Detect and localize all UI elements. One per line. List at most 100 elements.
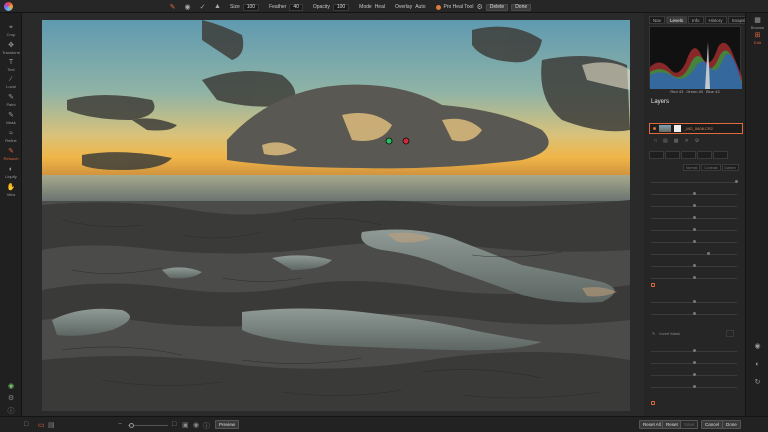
tool-retouch[interactable]: ✎ Retouch — [0, 148, 22, 161]
single-view-icon[interactable]: ▭ — [38, 421, 45, 429]
adjust-slider-5[interactable] — [649, 224, 739, 232]
tool-transform[interactable]: ✥ Transform — [0, 42, 22, 55]
layer-option-4[interactable] — [697, 151, 712, 159]
brush-icon: ∕ — [10, 76, 12, 83]
side-tool-2[interactable]: ◐ — [746, 361, 768, 369]
hdr-seascape-image — [42, 20, 630, 411]
module-edit[interactable]: ⊞ Edit — [746, 32, 768, 45]
layer-option-2[interactable] — [665, 151, 680, 159]
adjust-slider-10[interactable] — [649, 296, 739, 304]
option-checkbox-1[interactable] — [651, 283, 655, 287]
stamp-icon[interactable]: ▲ — [213, 2, 222, 11]
invert-mask-icon[interactable]: ✎ — [652, 331, 655, 336]
side-tool-1[interactable]: ◉ — [746, 343, 768, 351]
adjust-slider-13[interactable] — [649, 357, 739, 365]
delete-layer-icon[interactable]: ✕ — [685, 138, 689, 144]
fit-icon[interactable]: □ — [172, 421, 176, 428]
layer-row[interactable]: _MG_0608.CR2 — [649, 123, 743, 134]
tool-refine[interactable]: ≈ Refine — [0, 130, 22, 143]
tool-crop[interactable]: ⌖ Crop — [0, 24, 22, 37]
zoom-slider[interactable] — [128, 425, 168, 426]
side-tool-3[interactable]: ↻ — [746, 379, 768, 387]
tab-info[interactable]: Info — [688, 16, 704, 24]
heal-brush-icon[interactable]: ✎ — [168, 2, 177, 11]
adjust-slider-3[interactable] — [649, 200, 739, 208]
zoom-icon[interactable]: − — [118, 421, 122, 428]
module-browse[interactable]: ▦ Browse — [746, 17, 768, 30]
clone-stamp-icon[interactable]: ◉ — [183, 2, 192, 11]
adjust-slider-14[interactable] — [649, 369, 739, 377]
reset-button[interactable]: Reset — [662, 420, 682, 429]
histogram-readout: Red 43 Green 40 Blue 43 — [649, 89, 741, 94]
preview-button[interactable]: Preview — [215, 420, 239, 429]
layer-visibility-icon[interactable] — [653, 127, 656, 130]
liquify-icon: ◐ — [8, 166, 14, 173]
mask-mode-buttons: Normal Contrast Darken — [683, 164, 739, 171]
info-icon[interactable]: ⓘ — [203, 421, 210, 431]
mode-select[interactable]: Heal — [375, 4, 385, 10]
photo-canvas[interactable] — [42, 20, 630, 411]
overlay-label: Overlay — [394, 4, 413, 10]
mode-darken-button[interactable]: Darken — [721, 164, 739, 171]
opacity-field[interactable]: 100 — [332, 3, 350, 11]
save-button[interactable]: Save — [680, 420, 699, 429]
merge-layer-icon[interactable]: ▦ — [674, 138, 679, 144]
option-checkbox-2[interactable] — [651, 401, 655, 405]
refine-icon: ≈ — [9, 130, 13, 137]
done-button-bottom[interactable]: Done — [722, 420, 741, 429]
mode-contrast-button[interactable]: Contrast — [701, 164, 721, 171]
feather-field[interactable]: 40 — [289, 3, 303, 11]
tab-levels[interactable]: Levels — [666, 16, 688, 24]
tool-liquify[interactable]: ◐ Liquify — [0, 166, 22, 179]
histogram-graph — [650, 42, 742, 89]
adjust-slider-8[interactable] — [649, 260, 739, 268]
checkbox[interactable] — [651, 401, 655, 405]
checkbox[interactable] — [651, 283, 655, 287]
size-field[interactable]: 100 — [242, 3, 260, 11]
adjust-slider-2[interactable] — [649, 188, 739, 196]
cancel-button[interactable]: Cancel — [701, 420, 724, 429]
adjust-slider-9[interactable] — [649, 272, 739, 280]
settings-icon[interactable]: ⚙ — [6, 394, 16, 404]
tool-view[interactable]: ✋ View — [0, 184, 22, 197]
camera-icon: ◉ — [754, 343, 761, 350]
adjust-slider-15[interactable] — [649, 381, 739, 389]
compare-view-icon[interactable]: ▤ — [48, 421, 55, 429]
zoom-slider-knob[interactable] — [129, 423, 134, 428]
reset-all-button[interactable]: Reset All — [639, 420, 665, 429]
gear-icon[interactable]: ⚙ — [476, 3, 482, 11]
heal-color-swatch[interactable] — [435, 4, 441, 10]
adjust-slider-12[interactable] — [649, 345, 739, 353]
tab-nav[interactable]: Nav — [649, 16, 666, 24]
layer-option-3[interactable] — [681, 151, 696, 159]
layer-settings-icon[interactable]: ⚙ — [695, 138, 699, 144]
tool-mask[interactable]: ✎ Mask — [0, 112, 22, 125]
tool-text[interactable]: T Text — [0, 59, 22, 72]
tool-local[interactable]: ∕ Local — [0, 76, 22, 89]
help-icon[interactable]: ⓘ — [6, 406, 16, 416]
done-button[interactable]: Done — [511, 3, 532, 11]
hand-icon[interactable]: ◉ — [193, 421, 199, 429]
invert-mask-button[interactable] — [726, 330, 735, 337]
adjust-slider-11[interactable] — [649, 308, 739, 316]
adjust-slider-1[interactable] — [649, 176, 739, 184]
adjust-slider-7[interactable] — [649, 248, 739, 256]
heal-tool-label[interactable]: Pro Heal Tool — [444, 4, 474, 10]
layers-stack-icon[interactable]: ◉ — [6, 382, 16, 392]
tab-history[interactable]: History — [704, 16, 727, 24]
overlay-select[interactable]: Auto — [415, 4, 425, 10]
layer-option-1[interactable] — [649, 151, 664, 159]
edit-icon: ⊞ — [754, 32, 761, 39]
grid-view-icon[interactable]: □ — [24, 421, 28, 428]
add-layer-icon[interactable]: □ — [654, 138, 657, 144]
tool-paint[interactable]: ✎ Paint — [0, 94, 22, 107]
actual-size-icon[interactable]: ▣ — [182, 421, 189, 429]
app-logo-icon[interactable] — [4, 2, 13, 11]
layer-option-5[interactable] — [713, 151, 728, 159]
mode-normal-button[interactable]: Normal — [683, 164, 701, 171]
duplicate-layer-icon[interactable]: ▤ — [663, 138, 668, 144]
delete-button[interactable]: Delete — [485, 3, 509, 11]
brush-icon[interactable]: ✓ — [198, 2, 207, 11]
adjust-slider-6[interactable] — [649, 236, 739, 244]
adjust-slider-4[interactable] — [649, 212, 739, 220]
